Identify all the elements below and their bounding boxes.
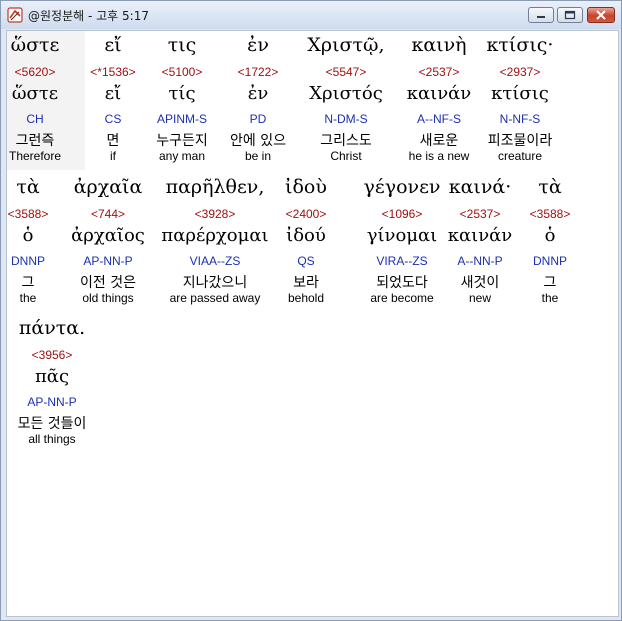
app-window: @원정분해 - 고후 5:17 ὥστε <5620> ὥστε CH 그런즉 There… bbox=[0, 0, 622, 621]
strong-number[interactable]: <2937> bbox=[460, 65, 580, 79]
greek-word: ἀρχαῖα bbox=[73, 176, 143, 198]
korean-gloss: 이전 것은 bbox=[80, 275, 136, 291]
korean-gloss: 모든 것들이 bbox=[17, 416, 87, 432]
title-bar[interactable]: @원정분해 - 고후 5:17 bbox=[1, 1, 621, 29]
maximize-button[interactable] bbox=[557, 7, 583, 23]
interlinear-view: ὥστε <5620> ὥστε CH 그런즉 Therefore εἴ <*1536> εἴ C… bbox=[6, 30, 619, 617]
parsing-code: DNNP bbox=[532, 254, 567, 268]
english-gloss: the bbox=[541, 291, 559, 305]
strong-number[interactable]: <3956> bbox=[0, 348, 112, 362]
korean-gloss: 피조물이라 bbox=[487, 133, 553, 149]
maximize-icon bbox=[564, 10, 576, 20]
app-icon bbox=[7, 7, 23, 23]
lemma: κτίσις bbox=[491, 83, 549, 104]
parsing-code: N-NF-S bbox=[499, 112, 541, 126]
minimize-button[interactable] bbox=[528, 7, 554, 23]
close-button[interactable] bbox=[587, 7, 615, 23]
english-gloss: all things bbox=[28, 432, 76, 446]
lemma: ὁ bbox=[544, 225, 556, 246]
english-gloss: old things bbox=[82, 291, 134, 305]
greek-word: κτίσις· bbox=[486, 34, 554, 56]
strong-number[interactable]: <744> bbox=[48, 207, 168, 221]
english-gloss: creature bbox=[497, 149, 543, 163]
strong-number[interactable]: <3588> bbox=[490, 207, 610, 221]
parsing-code: AP-NN-P bbox=[27, 395, 77, 409]
korean-gloss: 그 bbox=[543, 275, 557, 291]
close-icon bbox=[596, 10, 606, 20]
window-title: @원정분해 - 고후 5:17 bbox=[28, 9, 149, 23]
greek-word: τὰ bbox=[538, 176, 562, 198]
minimize-icon bbox=[537, 16, 545, 18]
lemma: πᾶς bbox=[34, 366, 70, 387]
lemma: ἀρχαῖος bbox=[71, 225, 145, 246]
greek-word: πάντα. bbox=[18, 317, 86, 339]
parsing-code: AP-NN-P bbox=[83, 254, 133, 268]
